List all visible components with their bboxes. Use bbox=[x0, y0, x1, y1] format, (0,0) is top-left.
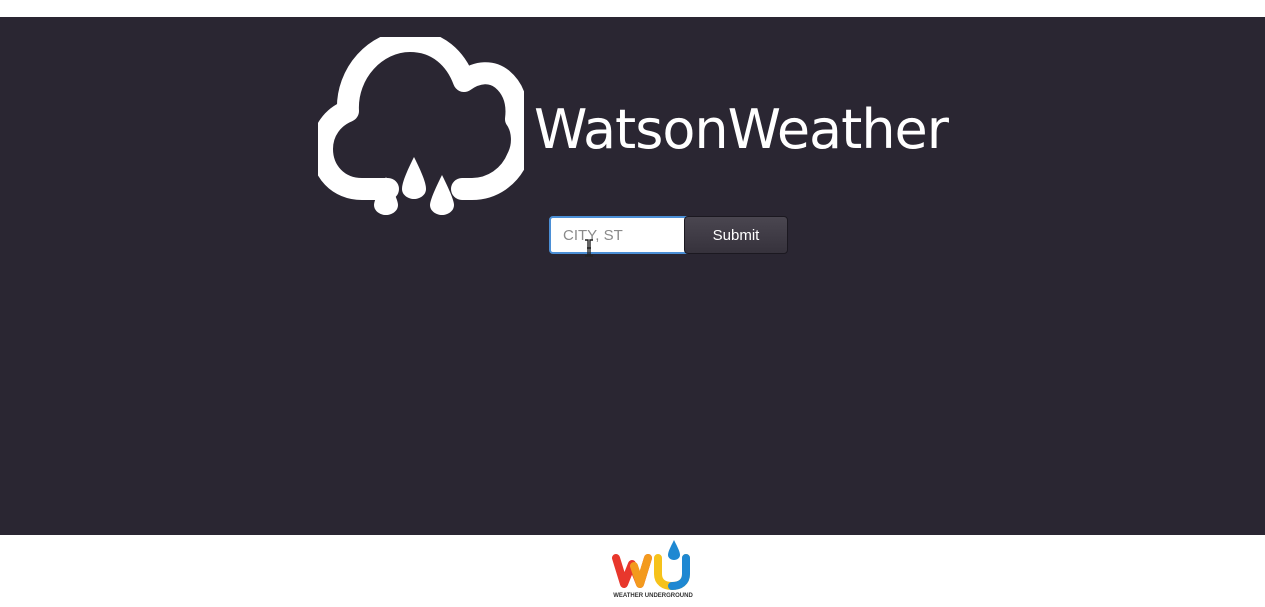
footer: WEATHER UNDERGROUND bbox=[0, 535, 1265, 607]
weather-underground-logo[interactable]: WEATHER UNDERGROUND bbox=[612, 538, 694, 600]
wu-logo-text: WEATHER UNDERGROUND bbox=[613, 593, 693, 599]
city-state-input[interactable] bbox=[549, 216, 699, 254]
top-strip bbox=[0, 0, 1265, 17]
cloud-rain-icon bbox=[318, 37, 524, 215]
text-cursor-icon bbox=[585, 239, 593, 257]
submit-button[interactable]: Submit bbox=[684, 216, 788, 254]
main-panel: WatsonWeather bbox=[0, 17, 1265, 535]
brand-title: WatsonWeather bbox=[534, 98, 949, 161]
